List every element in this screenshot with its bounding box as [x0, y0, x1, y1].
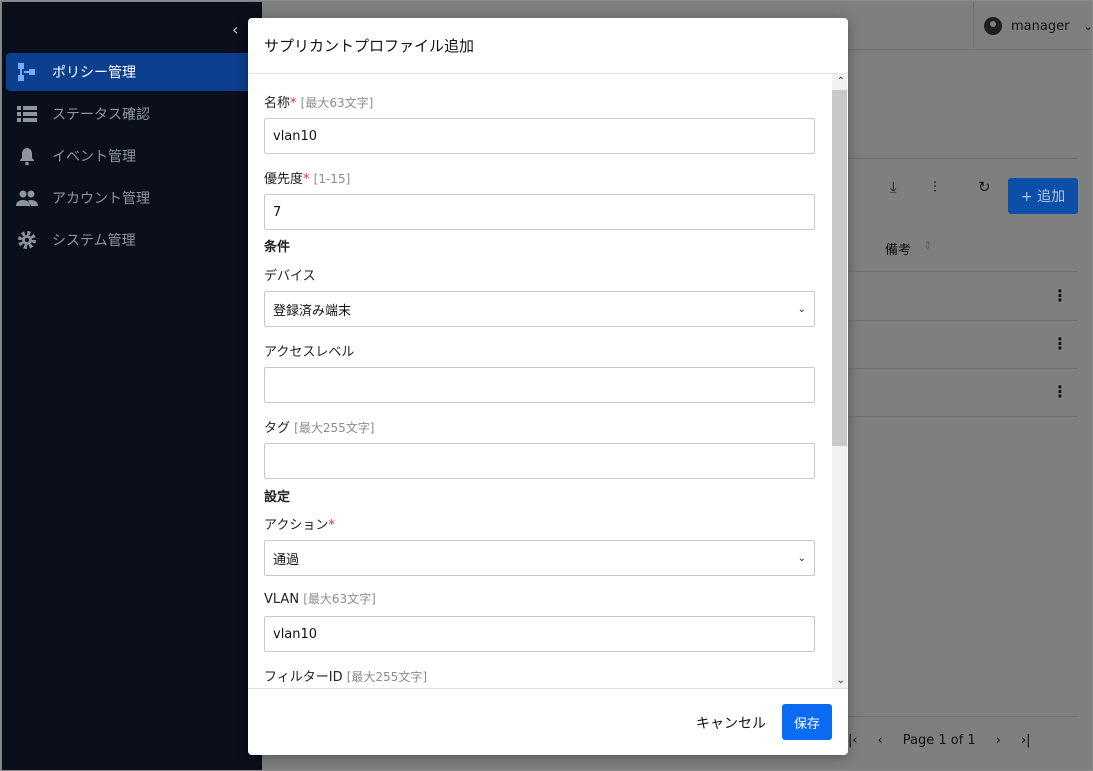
conditions-heading: 条件: [264, 240, 291, 255]
filter-id-label: フィルターID [最大255文字]: [264, 666, 815, 685]
sidebar-item-label: ポリシー管理: [52, 65, 136, 81]
vlan-input[interactable]: vlan10: [264, 616, 815, 652]
tag-label: タグ [最大255文字]: [264, 417, 815, 436]
divider: [848, 716, 1078, 717]
username: manager: [1011, 18, 1070, 34]
divider: [848, 320, 1078, 321]
policy-tree-icon: [16, 61, 38, 83]
download-icon[interactable]: ⤓: [890, 178, 897, 196]
vlan-label: VLAN [最大63文字]: [264, 590, 815, 608]
scroll-down-icon[interactable]: ⌄: [837, 675, 845, 686]
required-mark: *: [303, 172, 310, 187]
action-select[interactable]: 通過 ⌄: [264, 540, 815, 576]
last-page-icon[interactable]: ›|: [1021, 733, 1031, 748]
collapse-sidebar-icon[interactable]: ‹: [232, 20, 238, 39]
row-menu-icon[interactable]: ⋮: [1052, 382, 1068, 401]
people-icon: [16, 187, 38, 209]
filter-id-field-group: フィルターID [最大255文字]: [264, 666, 815, 685]
action-label-text: アクション: [264, 518, 329, 533]
sidebar-item-policy[interactable]: ポリシー管理: [6, 53, 262, 91]
access-level-label: アクセスレベル: [264, 345, 355, 360]
column-header-notes[interactable]: 備考: [885, 239, 911, 258]
sidebar-item-label: イベント管理: [52, 149, 136, 165]
dialog-body: 名称* [最大63文字] vlan10 優先度* [1-15] 7 条件 デバイ…: [248, 74, 848, 688]
priority-label-text: 優先度: [264, 172, 304, 187]
name-label: 名称* [最大63文字]: [264, 92, 815, 111]
list-icon: [16, 103, 38, 125]
settings-heading: 設定: [264, 490, 291, 505]
name-field-group: 名称* [最大63文字] vlan10: [264, 92, 815, 154]
sidebar-item-accounts[interactable]: アカウント管理: [6, 179, 262, 217]
priority-input[interactable]: 7: [264, 194, 815, 230]
priority-hint: [1-15]: [313, 172, 351, 186]
sidebar: ‹ ポリシー管理 ステータス確認 イベント管理 アカウント管理 システム管理: [2, 2, 262, 770]
priority-label: 優先度* [1-15]: [264, 168, 815, 187]
divider: [848, 158, 1078, 159]
vlan-field-group: VLAN [最大63文字] vlan10: [264, 590, 815, 652]
vlan-hint: [最大63文字]: [303, 592, 376, 606]
filter-id-label-text: フィルターID: [264, 670, 343, 685]
sidebar-item-events[interactable]: イベント管理: [6, 137, 262, 175]
sidebar-item-system[interactable]: システム管理: [6, 221, 262, 259]
dialog-title: サプリカントプロファイル追加: [248, 18, 848, 74]
divider: [848, 368, 1078, 369]
device-field-group: デバイス 登録済み端末 ⌄: [264, 265, 815, 327]
gear-icon: [16, 229, 38, 251]
chevron-down-icon: ⌄: [1083, 19, 1093, 33]
pagination: |‹ ‹ Page 1 of 1 › ›|: [848, 733, 1051, 748]
sidebar-item-label: アカウント管理: [52, 191, 150, 207]
first-page-icon[interactable]: |‹: [848, 733, 858, 748]
action-field-group: アクション* 通過 ⌄: [264, 514, 815, 576]
refresh-icon[interactable]: ↻: [978, 178, 991, 196]
filter-id-hint: [最大255文字]: [346, 670, 428, 684]
save-button[interactable]: 保存: [782, 704, 832, 740]
page-indicator: Page 1 of 1: [902, 733, 976, 748]
action-label: アクション*: [264, 514, 815, 533]
name-hint: [最大63文字]: [300, 96, 374, 110]
tag-input[interactable]: [264, 443, 815, 479]
sort-icon[interactable]: ⇕: [923, 239, 932, 252]
account-circle-icon: [984, 17, 1002, 35]
dialog-footer: キャンセル 保存: [248, 688, 848, 755]
sidebar-item-status[interactable]: ステータス確認: [6, 95, 262, 133]
required-mark: *: [328, 518, 335, 533]
required-mark: *: [290, 96, 297, 111]
cancel-button[interactable]: キャンセル: [696, 713, 766, 733]
add-supplicant-profile-dialog: サプリカントプロファイル追加 名称* [最大63文字] vlan10 優先度* …: [248, 18, 848, 755]
bell-icon: [16, 145, 38, 167]
user-menu[interactable]: manager ⌄: [973, 2, 1093, 50]
sidebar-item-label: ステータス確認: [52, 107, 150, 123]
divider: [848, 416, 1078, 417]
waveform-icon[interactable]: ⫶: [933, 178, 937, 196]
name-input[interactable]: vlan10: [264, 118, 815, 154]
scrollbar-thumb[interactable]: [832, 90, 847, 446]
row-menu-icon[interactable]: ⋮: [1052, 334, 1068, 353]
next-page-icon[interactable]: ›: [996, 733, 1001, 748]
tag-label-text: タグ: [264, 421, 291, 436]
tag-hint: [最大255文字]: [294, 421, 375, 435]
scroll-up-icon[interactable]: ⌃: [837, 76, 845, 87]
action-select-value: 通過: [273, 552, 300, 568]
device-label: デバイス: [264, 269, 316, 284]
access-level-input[interactable]: [264, 367, 815, 403]
row-menu-icon[interactable]: ⋮: [1052, 286, 1068, 305]
access-level-field-group: アクセスレベル: [264, 341, 815, 403]
name-label-text: 名称: [264, 96, 291, 111]
device-select[interactable]: 登録済み端末 ⌄: [264, 291, 815, 327]
chevron-down-icon: ⌄: [797, 552, 806, 564]
vlan-label-text: VLAN: [264, 592, 300, 607]
add-button[interactable]: + 追加: [1008, 178, 1078, 214]
app-window: ‹ ポリシー管理 ステータス確認 イベント管理 アカウント管理 システム管理 m…: [0, 0, 1093, 771]
prev-page-icon[interactable]: ‹: [878, 733, 883, 748]
divider: [848, 271, 1078, 272]
sidebar-item-label: システム管理: [52, 233, 136, 249]
device-select-value: 登録済み端末: [273, 303, 352, 319]
sidebar-nav: ポリシー管理 ステータス確認 イベント管理 アカウント管理 システム管理: [6, 53, 262, 263]
tag-field-group: タグ [最大255文字]: [264, 417, 815, 479]
priority-field-group: 優先度* [1-15] 7: [264, 168, 815, 230]
chevron-down-icon: ⌄: [797, 303, 806, 315]
